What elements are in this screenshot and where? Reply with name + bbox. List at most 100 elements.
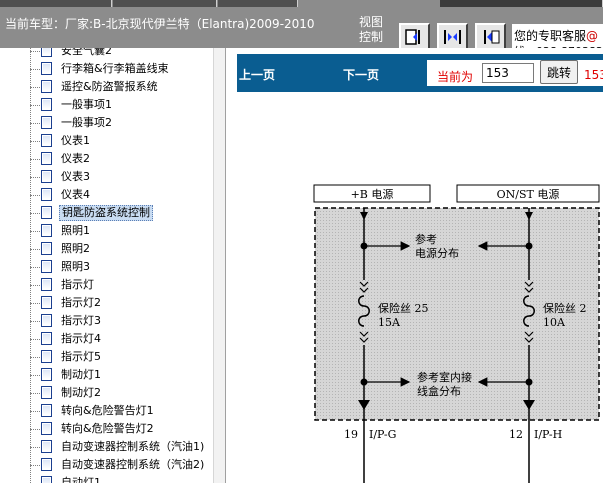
document-icon — [41, 458, 52, 471]
tree-scrollbar[interactable] — [213, 48, 225, 483]
tree-stem — [30, 411, 40, 412]
next-page-link[interactable]: 下一页 — [343, 66, 379, 83]
tree-item-label: 仪表4 — [61, 188, 90, 201]
ref-power-label-line2: 电源分布 — [415, 246, 459, 260]
tree-stem — [30, 249, 40, 250]
document-icon — [41, 332, 52, 345]
tree-item[interactable]: 自动变速器控制系统（汽油1) — [30, 438, 220, 456]
tree-item[interactable]: 转向&危险警告灯2 — [30, 420, 220, 438]
tree-item-partial[interactable]: 安全气囊2 — [30, 48, 220, 60]
tree-stem — [30, 429, 40, 430]
top-tab-3[interactable] — [218, 0, 298, 7]
tree-item-label: 照明3 — [61, 260, 90, 273]
tree-item[interactable]: 钥匙防盗系统控制 — [30, 204, 220, 222]
chapter-tree-panel: 安全气囊2 行李箱&行李箱盖线束遥控&防盗警报系统一般事项1 一般事项2 仪表1 仪表2… — [0, 48, 226, 483]
tree-item[interactable]: 指示灯5 — [30, 348, 220, 366]
tree-item[interactable]: 自动灯1 — [30, 474, 220, 483]
tree-item[interactable]: 照明2 — [30, 240, 220, 258]
tree-item-label: 自动变速器控制系统（汽油2) — [61, 458, 205, 471]
tree-stem — [30, 177, 40, 178]
tree-item[interactable]: 行李箱&行李箱盖线束 — [30, 60, 220, 78]
tree-stem — [30, 285, 40, 286]
document-viewer: 上一页 下一页 当前为 跳转 153 +B 电源 — [227, 48, 603, 483]
tree-stem — [30, 357, 40, 358]
document-icon — [41, 278, 52, 291]
tree-item[interactable]: 仪表4 — [30, 186, 220, 204]
tree-item[interactable]: 转向&危险警告灯1 — [30, 402, 220, 420]
tree-stem — [30, 231, 40, 232]
tree-item-label: 指示灯2 — [61, 296, 101, 309]
tree-item[interactable]: 仪表2 — [30, 150, 220, 168]
top-tab-4[interactable] — [440, 0, 603, 7]
app-window: 当前车型：厂家:B-北京现代伊兰特（Elantra)2009-2010 视图 控… — [0, 0, 603, 483]
right-fuse-label-line2: 10A — [543, 316, 566, 329]
tree-item-label: 一般事项1 — [61, 98, 112, 111]
single-page-view-button[interactable] — [399, 23, 430, 50]
total-pages-text: 153 — [584, 68, 603, 82]
tree-item-label: 指示灯4 — [61, 332, 101, 345]
tree-item[interactable]: 自动变速器控制系统（汽油2) — [30, 456, 220, 474]
document-icon — [41, 170, 52, 183]
document-icon — [41, 368, 52, 381]
tree-item[interactable]: 指示灯4 — [30, 330, 220, 348]
tree-item-label: 仪表2 — [61, 152, 90, 165]
tree-item[interactable]: 仪表1 — [30, 132, 220, 150]
tree-item-label: 指示灯3 — [61, 314, 101, 327]
tree-item-label: 行李箱&行李箱盖线束 — [61, 62, 169, 75]
tree-item-label: 制动灯1 — [61, 368, 101, 381]
tree-stem — [30, 141, 40, 142]
tree-stem — [30, 339, 40, 340]
tree-stem — [30, 123, 40, 124]
wiring-diagram: +B 电源 ON/ST 电源 参考 电源分布 保险丝 25 15A 保险丝 2 … — [313, 184, 600, 483]
top-tab-1[interactable] — [0, 0, 112, 7]
document-icon — [41, 98, 52, 111]
tree-stem — [30, 213, 40, 214]
prev-page-link[interactable]: 上一页 — [239, 66, 275, 83]
previous-view-icon — [484, 30, 500, 44]
document-icon — [41, 422, 52, 435]
document-icon — [41, 476, 52, 483]
page-number-input[interactable] — [482, 63, 534, 83]
tree-item[interactable]: 遥控&防盗警报系统 — [30, 78, 220, 96]
tree-item[interactable]: 一般事项1 — [30, 96, 220, 114]
tree-item[interactable]: 照明3 — [30, 258, 220, 276]
tree-stem — [30, 51, 40, 52]
tree-item[interactable]: 一般事项2 — [30, 114, 220, 132]
tree-stem — [30, 195, 40, 196]
document-icon — [41, 296, 52, 309]
ref-junction-label-line2: 线盒分布 — [417, 384, 461, 398]
right-source-label: ON/ST 电源 — [497, 187, 560, 201]
customer-service-text: 您的专职客服 — [514, 29, 587, 43]
tree-item-label: 照明1 — [61, 224, 90, 237]
tree-stem — [30, 447, 40, 448]
tree-item[interactable]: 照明1 — [30, 222, 220, 240]
tree-stem — [30, 87, 40, 88]
tree-item[interactable]: 制动灯1 — [30, 366, 220, 384]
tree-item[interactable]: 指示灯2 — [30, 294, 220, 312]
right-fuse-label-line1: 保险丝 2 — [543, 301, 587, 315]
double-page-view-button[interactable] — [437, 23, 468, 50]
tree-stem — [30, 303, 40, 304]
tree-item[interactable]: 指示灯3 — [30, 312, 220, 330]
header-bar: 当前车型：厂家:B-北京现代伊兰特（Elantra)2009-2010 视图 控… — [0, 8, 603, 56]
top-tab-2[interactable] — [113, 0, 217, 7]
view-control-line1: 视图 — [359, 15, 384, 29]
tree-item[interactable]: 仪表3 — [30, 168, 220, 186]
tree-stem — [30, 69, 40, 70]
document-icon — [41, 350, 52, 363]
tree-item-label: 照明2 — [61, 242, 90, 255]
document-icon — [41, 62, 52, 75]
left-pin-number: 19 — [344, 428, 358, 441]
tree-item-label: 指示灯 — [61, 278, 94, 291]
document-icon — [41, 48, 52, 57]
left-fuse-label-line2: 15A — [378, 316, 401, 329]
tree-item[interactable]: 指示灯 — [30, 276, 220, 294]
left-source-label: +B 电源 — [351, 187, 394, 201]
document-icon — [41, 242, 52, 255]
tree-item[interactable]: 制动灯2 — [30, 384, 220, 402]
tree-stem — [30, 321, 40, 322]
tree-item-label: 仪表3 — [61, 170, 90, 183]
previous-view-button[interactable] — [475, 23, 506, 50]
jump-button[interactable]: 跳转 — [540, 60, 578, 84]
tree-item-label: 自动灯1 — [61, 476, 101, 483]
